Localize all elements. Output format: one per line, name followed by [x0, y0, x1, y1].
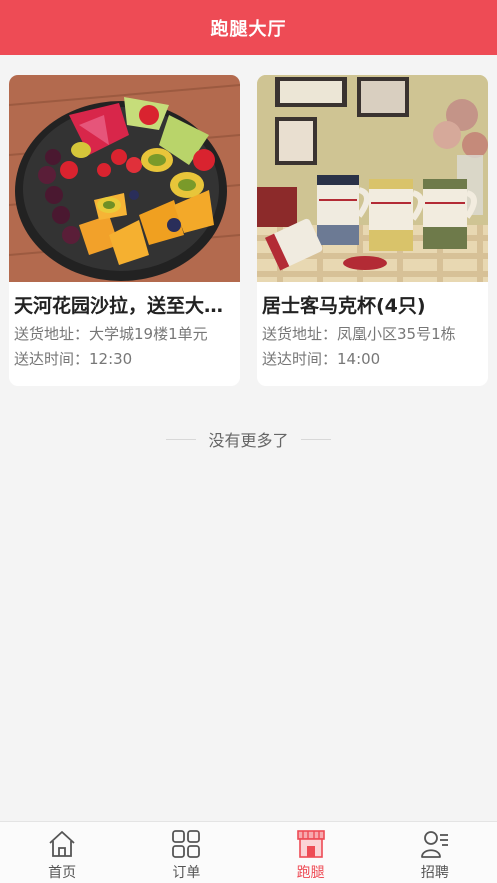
delivery-address: 送货地址：凤凰小区35号1栋	[262, 325, 456, 343]
home-icon	[49, 831, 75, 857]
tab-errands[interactable]: 跑腿	[249, 822, 373, 883]
tab-recruit[interactable]: 招聘	[373, 822, 497, 883]
tab-label: 跑腿	[296, 865, 325, 881]
app-root: 跑腿大厅 天河花园沙拉，送至大学城 送货地址：大学城19楼1单元 送达时间：12…	[0, 0, 497, 883]
top-bar: 跑腿大厅	[0, 0, 497, 55]
person-list-icon	[420, 831, 448, 858]
tab-label: 订单	[172, 865, 201, 881]
fruit-salad-image	[9, 75, 240, 282]
divider-line	[300, 438, 331, 440]
tab-home[interactable]: 首页	[0, 822, 124, 883]
delivery-time: 送达时间：12:30	[14, 350, 133, 368]
errand-name: 居士客马克杯(4只)	[262, 295, 426, 317]
no-more-indicator: 没有更多了	[0, 428, 497, 450]
errand-card[interactable]: 居士客马克杯(4只) 送货地址：凤凰小区35号1栋 送达时间：14:00	[257, 75, 488, 386]
mug-set-image	[257, 75, 488, 282]
grid-icon	[172, 830, 201, 858]
tab-label: 首页	[48, 865, 77, 881]
no-more-text: 没有更多了	[208, 431, 289, 450]
bottom-tab-bar: 首页 订单 跑腿 招聘	[0, 821, 497, 883]
storefront-icon	[296, 830, 325, 858]
errand-card[interactable]: 天河花园沙拉，送至大学城 送货地址：大学城19楼1单元 送达时间：12:30	[9, 75, 240, 386]
divider-line	[166, 438, 197, 440]
delivery-address: 送货地址：大学城19楼1单元	[14, 325, 208, 343]
delivery-time: 送达时间：14:00	[262, 350, 381, 368]
tab-orders[interactable]: 订单	[124, 822, 248, 883]
errand-name: 天河花园沙拉，送至大学城	[14, 295, 236, 317]
page-title: 跑腿大厅	[210, 18, 287, 40]
tab-label: 招聘	[420, 865, 449, 881]
errand-grid: 天河花园沙拉，送至大学城 送货地址：大学城19楼1单元 送达时间：12:30 居…	[9, 75, 488, 386]
